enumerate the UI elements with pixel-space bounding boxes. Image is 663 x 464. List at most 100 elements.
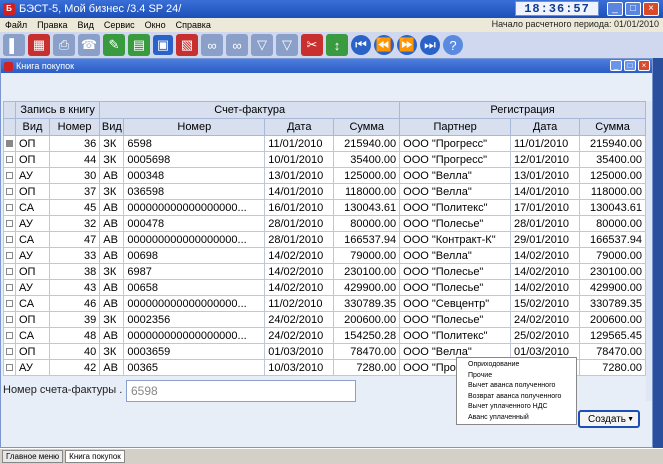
row-checkbox[interactable] — [6, 203, 13, 211]
filter-icon[interactable]: ▽ — [251, 34, 273, 56]
invoice-number-field[interactable]: 6598 — [126, 380, 356, 402]
window-minimize-icon[interactable]: _ — [610, 60, 622, 71]
popup-item-advance-paid[interactable]: Аванс уплаченный — [457, 413, 576, 424]
col-invoice-type[interactable]: Вид — [99, 118, 125, 136]
row-checkbox[interactable] — [6, 331, 13, 339]
row-checkbox[interactable] — [6, 251, 13, 259]
col-reg-sum[interactable]: Сумма — [579, 118, 646, 136]
table-row[interactable]: АУ 32 АВ 000478 28/01/2010 80000.00 ООО "Полес… — [3, 215, 646, 232]
row-marker[interactable] — [3, 295, 16, 312]
table-cell: АВ — [99, 247, 125, 264]
table-row[interactable]: ОП 38 ЗК 6987 14/02/2010 230100.00 ООО "Полесь… — [3, 263, 646, 280]
popup-item-other[interactable]: Прочие — [457, 371, 576, 382]
table-row[interactable]: СА 45 АВ 000000000000000000... 16/01/2010 130… — [3, 199, 646, 216]
row-checkbox[interactable] — [6, 235, 13, 243]
row-marker[interactable] — [3, 199, 16, 216]
table-cell: ООО "Контракт-К" — [399, 231, 511, 248]
next-icon[interactable]: ⏩ — [397, 35, 417, 55]
table-row[interactable]: ОП 36 ЗК 6598 11/01/2010 215940.00 ООО "Прогре… — [3, 135, 646, 152]
table-row[interactable]: СА 46 АВ 000000000000000000... 11/02/2010 330… — [3, 295, 646, 312]
help-icon[interactable]: ? — [443, 35, 463, 55]
fax-icon[interactable]: ☎ — [78, 34, 100, 56]
row-marker[interactable] — [3, 311, 16, 328]
table-cell: СА — [15, 199, 50, 216]
task-main-menu[interactable]: Главное меню — [2, 450, 64, 463]
row-checkbox[interactable] — [6, 171, 13, 179]
menu-view[interactable]: Вид — [73, 20, 99, 30]
row-marker[interactable] — [3, 215, 16, 232]
maximize-icon[interactable]: □ — [625, 2, 641, 16]
row-checkbox[interactable] — [6, 299, 13, 307]
first-icon[interactable]: ⏮ — [351, 35, 371, 55]
table-row[interactable]: СА 48 АВ 000000000000000000... 24/02/2010 154… — [3, 327, 646, 344]
book-icon[interactable]: ▌ — [3, 34, 25, 56]
prev-icon[interactable]: ⏪ — [374, 35, 394, 55]
cut-icon[interactable]: ✂ — [301, 34, 323, 56]
table-row[interactable]: АУ 43 АВ 00658 14/02/2010 429900.00 ООО "Полес… — [3, 279, 646, 296]
row-marker[interactable] — [3, 279, 16, 296]
row-checkbox[interactable] — [6, 219, 13, 227]
window-close-icon[interactable]: × — [638, 60, 650, 71]
row-marker[interactable] — [3, 263, 16, 280]
window-maximize-icon[interactable]: □ — [624, 60, 636, 71]
table-row[interactable]: ОП 44 ЗК 0005698 10/01/2010 35400.00 ООО "Прог… — [3, 151, 646, 168]
menu-help[interactable]: Справка — [171, 20, 216, 30]
col-invoice-sum[interactable]: Сумма — [333, 118, 401, 136]
table-cell: ООО "Севцентр" — [399, 295, 511, 312]
row-checkbox[interactable] — [6, 267, 13, 275]
row-marker[interactable] — [3, 167, 16, 184]
task-purchase-book[interactable]: Книга покупок — [65, 450, 125, 463]
window-taskbar: Главное меню Книга покупок — [0, 448, 663, 464]
save-icon[interactable]: ▣ — [153, 35, 173, 55]
table-row[interactable]: АУ 33 АВ 00698 14/02/2010 79000.00 ООО "Велла"… — [3, 247, 646, 264]
row-checkbox[interactable] — [6, 187, 13, 195]
table-row[interactable]: ОП 37 ЗК 036598 14/01/2010 118000.00 ООО "Велл… — [3, 183, 646, 200]
sort-icon[interactable]: ↕ — [326, 34, 348, 56]
table-icon[interactable]: ▤ — [128, 34, 150, 56]
row-checkbox[interactable] — [6, 283, 13, 291]
row-marker[interactable] — [3, 247, 16, 264]
binoculars-icon[interactable]: ∞ — [201, 34, 223, 56]
table-row[interactable]: АУ 30 АВ 000348 13/01/2010 125000.00 ООО "Велл… — [3, 167, 646, 184]
vertical-scrollbar[interactable] — [646, 101, 652, 401]
row-checkbox[interactable] — [6, 139, 13, 147]
row-marker[interactable] — [3, 343, 16, 360]
row-marker[interactable] — [3, 135, 16, 152]
popup-item-paid-vat-deduction[interactable]: Вычет уплаченного НДС — [457, 402, 576, 413]
col-invoice-number[interactable]: Номер — [123, 118, 266, 136]
col-invoice-date[interactable]: Дата — [264, 118, 335, 136]
binoculars-next-icon[interactable]: ∞ — [226, 34, 248, 56]
printer-icon[interactable]: ⎙ — [53, 34, 75, 56]
table-row[interactable]: СА 47 АВ 000000000000000000... 28/01/2010 166… — [3, 231, 646, 248]
col-partner[interactable]: Партнер — [399, 118, 511, 136]
menu-window[interactable]: Окно — [140, 20, 171, 30]
row-checkbox[interactable] — [6, 347, 13, 355]
row-marker[interactable] — [3, 183, 16, 200]
menu-file[interactable]: Файл — [0, 20, 32, 30]
row-checkbox[interactable] — [6, 363, 13, 371]
minimize-icon[interactable]: _ — [607, 2, 623, 16]
col-entry-type[interactable]: Вид — [15, 118, 50, 136]
row-checkbox[interactable] — [6, 155, 13, 163]
menu-service[interactable]: Сервис — [99, 20, 140, 30]
last-icon[interactable]: ⏭ — [420, 35, 440, 55]
col-reg-date[interactable]: Дата — [509, 118, 581, 136]
row-marker[interactable] — [3, 359, 16, 376]
row-marker[interactable] — [3, 151, 16, 168]
row-checkbox[interactable] — [6, 315, 13, 323]
menu-edit[interactable]: Правка — [32, 20, 72, 30]
table-cell: 14/02/2010 — [509, 247, 581, 264]
row-marker[interactable] — [3, 231, 16, 248]
calculator-icon[interactable]: ▦ — [28, 34, 50, 56]
filter-clear-icon[interactable]: ▽ — [276, 34, 298, 56]
popup-item-advance-received-deduction[interactable]: Вычет аванса полученного — [457, 381, 576, 392]
col-entry-number[interactable]: Номер — [48, 118, 101, 136]
table-row[interactable]: ОП 39 ЗК 0002356 24/02/2010 200600.00 ООО "Пол… — [3, 311, 646, 328]
create-button[interactable]: Создать ▼ — [578, 410, 640, 428]
edit-icon[interactable]: ✎ — [103, 34, 125, 56]
document-icon[interactable]: ▧ — [176, 34, 198, 56]
popup-item-advance-received-return[interactable]: Возврат аванса полученного — [457, 392, 576, 403]
close-icon[interactable]: × — [643, 2, 659, 16]
row-marker[interactable] — [3, 327, 16, 344]
popup-item-receipt[interactable]: Оприходование — [457, 360, 576, 371]
